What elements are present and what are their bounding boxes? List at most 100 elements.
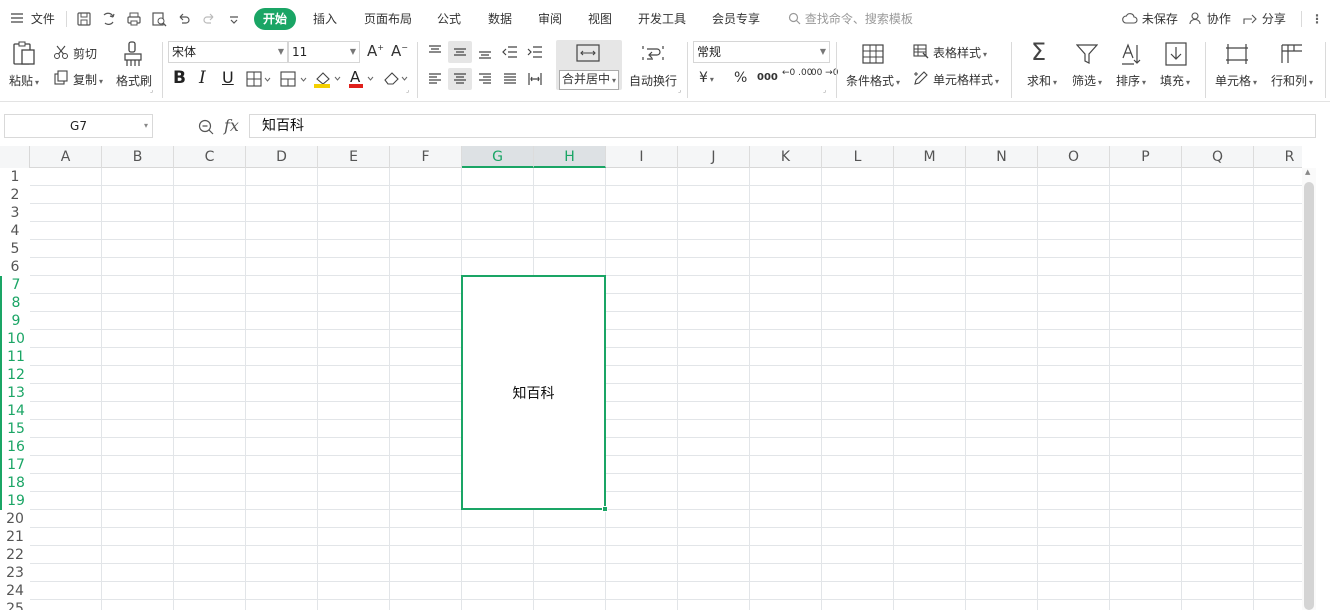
table-style-icon[interactable] xyxy=(913,43,929,59)
row-header-25[interactable]: 25 xyxy=(0,600,30,610)
row-header-11[interactable]: 11 xyxy=(0,348,30,366)
row-header-16[interactable]: 16 xyxy=(0,438,30,456)
increase-font-size-icon[interactable]: A+ xyxy=(367,42,384,60)
formula-input[interactable]: 知百科 xyxy=(249,114,1316,138)
collaborate-button[interactable]: 协作 xyxy=(1189,0,1231,38)
distributed-icon[interactable] xyxy=(527,71,543,87)
row-header-10[interactable]: 10 xyxy=(0,330,30,348)
column-header-m[interactable]: M xyxy=(894,146,966,168)
column-header-c[interactable]: C xyxy=(174,146,246,168)
align-bottom-icon[interactable] xyxy=(477,44,493,60)
column-header-j[interactable]: J xyxy=(678,146,750,168)
print-preview-icon[interactable] xyxy=(151,11,167,27)
filter-icon[interactable] xyxy=(1076,43,1098,65)
row-header-22[interactable]: 22 xyxy=(0,546,30,564)
row-header-21[interactable]: 21 xyxy=(0,528,30,546)
row-header-4[interactable]: 4 xyxy=(0,222,30,240)
decrease-decimal-button[interactable]: .00 →0 xyxy=(808,68,838,78)
row-header-5[interactable]: 5 xyxy=(0,240,30,258)
column-header-p[interactable]: P xyxy=(1110,146,1182,168)
cell-icon[interactable] xyxy=(1225,43,1249,65)
tab-member[interactable]: 会员专享 xyxy=(712,8,760,30)
row-header-3[interactable]: 3 xyxy=(0,204,30,222)
row-header-9[interactable]: 9 xyxy=(0,312,30,330)
percent-button[interactable]: % xyxy=(734,70,747,86)
wrap-text-button[interactable]: 自动换行 xyxy=(629,72,677,89)
share-button[interactable]: 分享 xyxy=(1243,0,1286,38)
decrease-font-size-icon[interactable]: A− xyxy=(391,42,408,60)
clipboard-launcher-icon[interactable]: ⌟ xyxy=(150,86,153,94)
undo-icon[interactable] xyxy=(176,11,192,27)
tab-formulas[interactable]: 公式 xyxy=(437,8,461,30)
fill-color-button[interactable] xyxy=(313,70,343,91)
font-color-button[interactable]: A xyxy=(348,68,378,91)
row-header-20[interactable]: 20 xyxy=(0,510,30,528)
column-header-e[interactable]: E xyxy=(318,146,390,168)
chevron-down-icon[interactable] xyxy=(228,11,240,27)
row-header-15[interactable]: 15 xyxy=(0,420,30,438)
format-painter-button[interactable]: 格式刷 xyxy=(116,72,152,89)
fill-pattern-button[interactable] xyxy=(280,71,308,90)
alignment-launcher-icon[interactable]: ⌟ xyxy=(678,86,681,94)
wrap-text-icon[interactable] xyxy=(641,43,665,63)
column-header-l[interactable]: L xyxy=(822,146,894,168)
file-menu[interactable]: 文件 xyxy=(10,0,55,38)
column-header-b[interactable]: B xyxy=(102,146,174,168)
row-header-1[interactable]: 1 xyxy=(0,168,30,186)
cut-icon[interactable] xyxy=(53,44,69,63)
row-header-17[interactable]: 17 xyxy=(0,456,30,474)
column-header-q[interactable]: Q xyxy=(1182,146,1254,168)
merge-center-button[interactable]: 合并居中 ▾ xyxy=(559,70,620,90)
column-header-n[interactable]: N xyxy=(966,146,1038,168)
number-launcher-icon[interactable]: ⌟ xyxy=(823,86,826,94)
filter-button[interactable]: 筛选 ▾ xyxy=(1072,72,1102,89)
number-format-select[interactable]: 常规 ▼ xyxy=(693,41,830,63)
paste-label[interactable]: 粘贴 ▾ xyxy=(9,72,39,89)
tab-developer[interactable]: 开发工具 xyxy=(638,8,686,30)
tab-home[interactable]: 开始 xyxy=(254,8,297,30)
zoom-function-icon[interactable] xyxy=(198,119,214,135)
copy-button[interactable]: 复制 ▾ xyxy=(73,71,103,88)
borders-button[interactable] xyxy=(246,71,272,90)
row-col-icon[interactable] xyxy=(1280,43,1304,65)
row-header-24[interactable]: 24 xyxy=(0,582,30,600)
font-launcher-icon[interactable]: ⌟ xyxy=(406,86,409,94)
column-header-i[interactable]: I xyxy=(606,146,678,168)
fill-down-icon[interactable] xyxy=(1165,42,1187,66)
save-icon[interactable] xyxy=(76,11,92,27)
format-painter-icon[interactable] xyxy=(122,40,146,71)
font-name-select[interactable]: 宋体 ▼ xyxy=(168,41,288,63)
column-header-a[interactable]: A xyxy=(30,146,102,168)
sort-icon[interactable] xyxy=(1120,42,1144,66)
cut-button[interactable]: 剪切 xyxy=(73,45,97,62)
tab-view[interactable]: 视图 xyxy=(588,8,612,30)
align-top-icon[interactable] xyxy=(427,44,443,60)
tab-review[interactable]: 审阅 xyxy=(538,8,562,30)
align-middle-icon[interactable] xyxy=(452,44,468,60)
row-header-12[interactable]: 12 xyxy=(0,366,30,384)
scroll-thumb[interactable] xyxy=(1304,182,1314,610)
increase-indent-icon[interactable] xyxy=(527,44,543,60)
column-header-o[interactable]: O xyxy=(1038,146,1110,168)
justify-icon[interactable] xyxy=(502,71,518,87)
conditional-format-button[interactable]: 条件格式 ▾ xyxy=(846,72,900,89)
cells-area[interactable]: 知百科 xyxy=(30,168,1302,610)
row-header-19[interactable]: 19 xyxy=(0,492,30,510)
thousands-separator-button[interactable]: 000 xyxy=(757,72,778,83)
align-left-icon[interactable] xyxy=(427,71,443,87)
fill-handle[interactable] xyxy=(602,506,608,512)
cell-style-button[interactable]: 单元格样式 ▾ xyxy=(933,71,999,88)
column-header-h[interactable]: H xyxy=(534,146,606,168)
sort-button[interactable]: 排序 ▾ xyxy=(1116,72,1146,89)
paste-button[interactable] xyxy=(10,40,38,71)
font-size-select[interactable]: 11 ▼ xyxy=(288,41,360,63)
merge-cells-icon[interactable] xyxy=(576,44,600,62)
row-header-13[interactable]: 13 xyxy=(0,384,30,402)
bold-button[interactable]: B xyxy=(173,68,186,88)
redo-icon[interactable] xyxy=(201,11,217,27)
sum-button[interactable]: 求和 ▾ xyxy=(1027,72,1057,89)
scroll-up-icon[interactable]: ▲ xyxy=(1305,168,1310,176)
column-header-d[interactable]: D xyxy=(246,146,318,168)
copy-icon[interactable] xyxy=(53,70,69,89)
vertical-scrollbar[interactable]: ▲ xyxy=(1302,168,1316,610)
